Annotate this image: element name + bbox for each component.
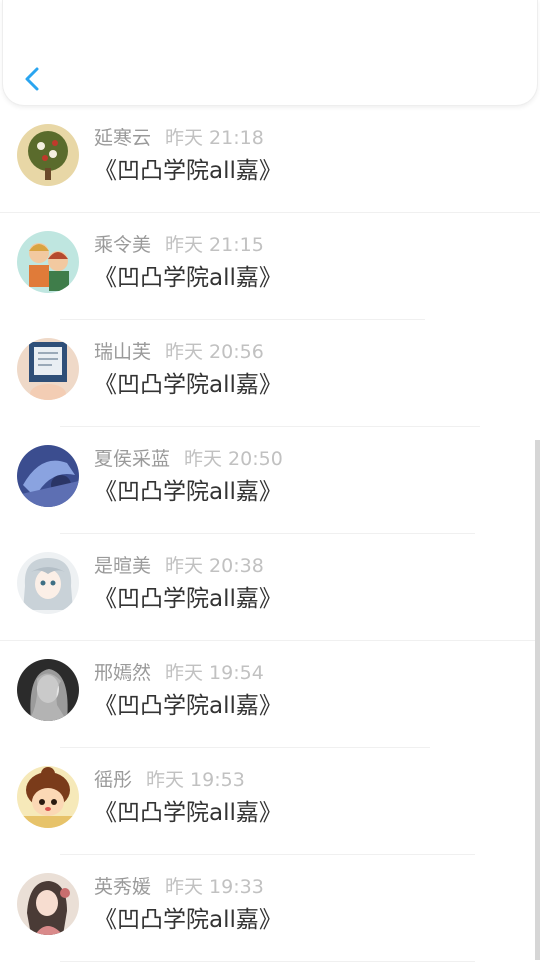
timestamp: 昨天 20:56 <box>165 341 264 363</box>
scrollbar[interactable] <box>535 440 540 960</box>
user-name[interactable]: 是暄美 <box>94 555 151 577</box>
avatar[interactable] <box>17 659 79 721</box>
user-name[interactable]: 徭彤 <box>94 769 132 791</box>
comment-item[interactable]: 是暄美 昨天 20:38 《凹凸学院all嘉》 <box>0 534 540 641</box>
comment-meta: 夏侯采蓝 昨天 20:50 <box>94 446 283 472</box>
user-name[interactable]: 延寒云 <box>94 127 151 149</box>
comment-meta: 邢嫣然 昨天 19:54 <box>94 660 264 686</box>
comment-item[interactable]: 延寒云 昨天 21:18 《凹凸学院all嘉》 <box>0 106 540 213</box>
comment-meta: 延寒云 昨天 21:18 <box>94 125 264 151</box>
avatar[interactable] <box>17 445 79 507</box>
timestamp: 昨天 20:50 <box>184 448 283 470</box>
avatar[interactable] <box>17 231 79 293</box>
comment-item[interactable]: 夏侯采蓝 昨天 20:50 《凹凸学院all嘉》 <box>0 427 540 534</box>
comment-list: 延寒云 昨天 21:18 《凹凸学院all嘉》 乘令美 昨天 21:15 《凹凸学院… <box>0 106 540 962</box>
comment-meta: 乘令美 昨天 21:15 <box>94 232 264 258</box>
timestamp: 昨天 20:38 <box>165 555 264 577</box>
comment-item[interactable]: 徭彤 昨天 19:53 《凹凸学院all嘉》 <box>0 748 540 855</box>
comment-text: 《凹凸学院all嘉》 <box>94 479 282 505</box>
comment-meta: 瑞山芙 昨天 20:56 <box>94 339 264 365</box>
user-name[interactable]: 夏侯采蓝 <box>94 448 170 470</box>
avatar[interactable] <box>17 873 79 935</box>
comment-text: 《凹凸学院all嘉》 <box>94 372 282 398</box>
user-name[interactable]: 乘令美 <box>94 234 151 256</box>
user-name[interactable]: 邢嫣然 <box>94 662 151 684</box>
user-name[interactable]: 瑞山芙 <box>94 341 151 363</box>
comment-text: 《凹凸学院all嘉》 <box>94 693 282 719</box>
comment-item[interactable]: 邢嫣然 昨天 19:54 《凹凸学院all嘉》 <box>0 641 540 748</box>
avatar[interactable] <box>17 552 79 614</box>
avatar[interactable] <box>17 124 79 186</box>
comment-text: 《凹凸学院all嘉》 <box>94 907 282 933</box>
comment-text: 《凹凸学院all嘉》 <box>94 800 282 826</box>
avatar[interactable] <box>17 338 79 400</box>
avatar[interactable] <box>17 766 79 828</box>
timestamp: 昨天 21:18 <box>165 127 264 149</box>
comment-item[interactable]: 瑞山芙 昨天 20:56 《凹凸学院all嘉》 <box>0 320 540 427</box>
comment-meta: 是暄美 昨天 20:38 <box>94 553 264 579</box>
top-bar <box>2 0 538 106</box>
timestamp: 昨天 19:33 <box>165 876 264 898</box>
back-button[interactable] <box>17 62 47 96</box>
comment-meta: 英秀媛 昨天 19:33 <box>94 874 264 900</box>
comment-text: 《凹凸学院all嘉》 <box>94 265 282 291</box>
comment-item[interactable]: 乘令美 昨天 21:15 《凹凸学院all嘉》 <box>0 213 540 320</box>
comment-text: 《凹凸学院all嘉》 <box>94 158 282 184</box>
chevron-left-icon <box>25 67 39 91</box>
timestamp: 昨天 21:15 <box>165 234 264 256</box>
timestamp: 昨天 19:53 <box>146 769 245 791</box>
timestamp: 昨天 19:54 <box>165 662 264 684</box>
comment-meta: 徭彤 昨天 19:53 <box>94 767 245 793</box>
user-name[interactable]: 英秀媛 <box>94 876 151 898</box>
comment-item[interactable]: 英秀媛 昨天 19:33 《凹凸学院all嘉》 <box>0 855 540 962</box>
comment-text: 《凹凸学院all嘉》 <box>94 586 282 612</box>
